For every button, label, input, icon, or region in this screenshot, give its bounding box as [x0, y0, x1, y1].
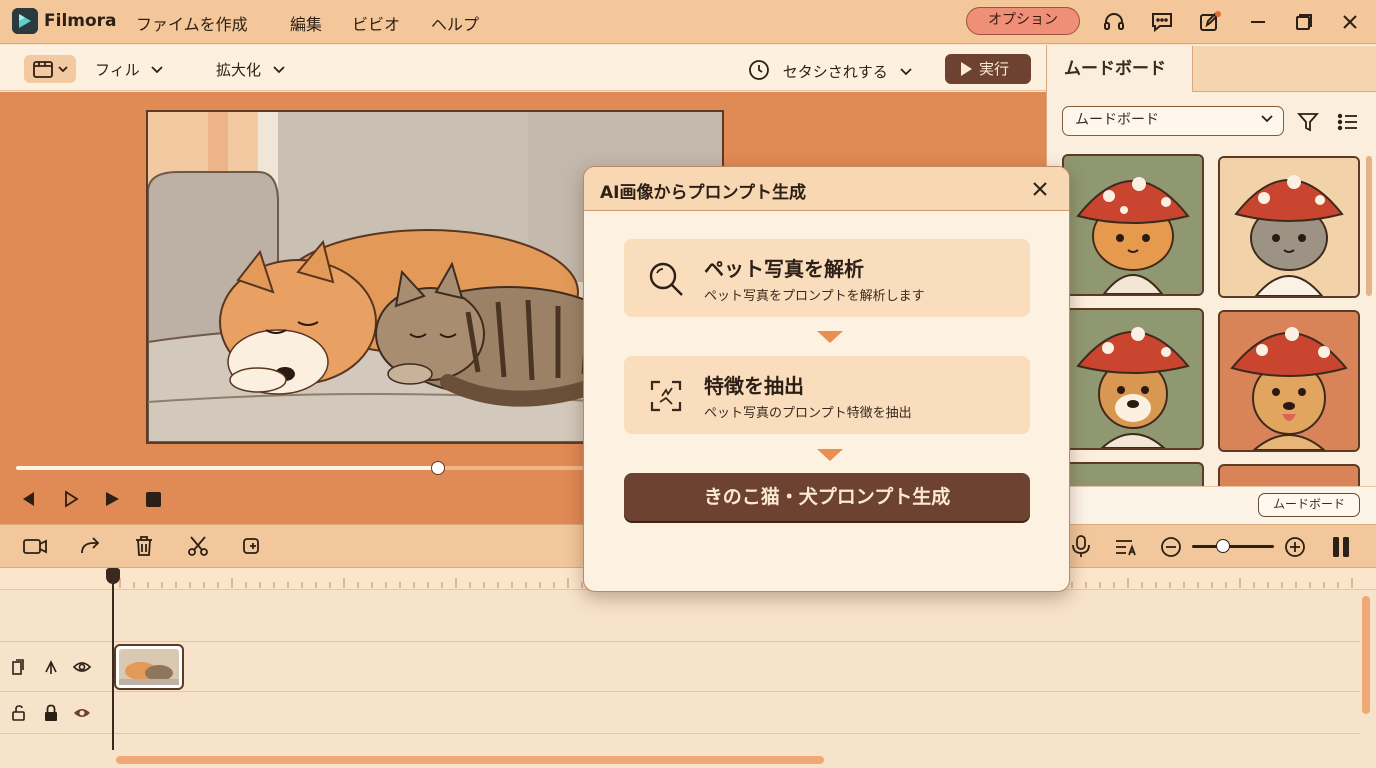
- track-clip-icon[interactable]: [10, 658, 28, 680]
- chevron-down-icon: [272, 61, 286, 79]
- scissors-icon[interactable]: [186, 534, 210, 562]
- schedule-label: セタシされする: [782, 63, 888, 81]
- previous-frame-button[interactable]: [20, 490, 38, 512]
- menu-file[interactable]: ファイムを作成: [136, 11, 248, 35]
- filter-icon[interactable]: [1296, 110, 1320, 138]
- play-outline-icon: [65, 490, 79, 508]
- step-extract-features[interactable]: 特徴を抽出 ペット写真のプロンプト特徴を抽出: [624, 356, 1030, 434]
- menu-edit[interactable]: 編集: [290, 11, 322, 35]
- timeline-playhead-handle[interactable]: [106, 568, 120, 584]
- tab-moodboard[interactable]: ムードボード: [1048, 46, 1192, 92]
- chat-icon[interactable]: [1150, 10, 1174, 34]
- step-title: 特徴を抽出: [704, 374, 804, 398]
- redo-icon[interactable]: [78, 534, 102, 562]
- filter-dropdown[interactable]: フィル: [95, 59, 164, 80]
- previous-icon: [23, 492, 34, 506]
- moodboard-select-value: ムードボード: [1075, 112, 1159, 128]
- track-lock-icon[interactable]: [42, 704, 60, 726]
- app-name: Filmora: [44, 11, 117, 31]
- arrow-down-icon: [817, 331, 843, 343]
- moodboard-scrollbar[interactable]: [1366, 156, 1372, 296]
- chevron-down-icon: [899, 63, 913, 81]
- timeline-zoom-slider[interactable]: [1192, 545, 1274, 548]
- play-outline-button[interactable]: [62, 490, 80, 512]
- trash-icon[interactable]: [133, 534, 155, 562]
- microphone-icon[interactable]: [1070, 534, 1092, 562]
- timeline-track-empty[interactable]: [0, 590, 1360, 642]
- ai-prompt-dialog: AI画像からプロンプト生成 ペット写真を解析 ペット写真をプロンプトを解析します…: [583, 166, 1070, 592]
- run-button[interactable]: 実行: [945, 54, 1031, 84]
- timeline-track-video[interactable]: [0, 642, 1360, 692]
- track-eye-icon[interactable]: [72, 704, 92, 726]
- play-icon: [961, 62, 972, 76]
- moodboard-card-mushroom-dog-1[interactable]: [1062, 308, 1204, 450]
- track-unlock-icon[interactable]: [10, 704, 28, 726]
- run-label: 実行: [979, 60, 1010, 78]
- moodboard-chip[interactable]: ムードボード: [1258, 493, 1360, 517]
- close-icon: [1033, 182, 1047, 196]
- list-view-icon[interactable]: [1336, 110, 1360, 138]
- subtitle-icon[interactable]: [1114, 536, 1138, 562]
- generate-prompt-button[interactable]: きのこ猫・犬プロンプト生成: [624, 473, 1030, 521]
- options-button[interactable]: オプション: [966, 7, 1080, 35]
- timeline-track-audio[interactable]: [0, 692, 1360, 734]
- track-link-icon[interactable]: [42, 658, 60, 680]
- chevron-down-icon: [1261, 107, 1273, 134]
- split-view-icon[interactable]: [1330, 535, 1352, 563]
- dialog-title: AI画像からプロンプト生成: [600, 183, 806, 203]
- moodboard-card-mushroom-dog-2[interactable]: [1218, 310, 1360, 452]
- stop-button[interactable]: [146, 492, 161, 511]
- dialog-close-button[interactable]: [1030, 179, 1050, 203]
- timeline-playhead[interactable]: [112, 572, 114, 750]
- step-title: ペット写真を解析: [704, 257, 864, 281]
- filmora-logo-icon: [12, 8, 38, 34]
- minimize-icon[interactable]: [1246, 10, 1270, 34]
- extract-icon: [646, 376, 686, 420]
- chevron-down-icon: [150, 61, 164, 79]
- schedule-dropdown[interactable]: セタシされする: [748, 59, 913, 85]
- track-visibility-icon[interactable]: [72, 658, 92, 680]
- moodboard-card-mushroom-cat-2[interactable]: [1218, 156, 1360, 298]
- stop-icon: [146, 492, 161, 507]
- zoom-dropdown[interactable]: 拡大化: [216, 59, 286, 80]
- menu-video[interactable]: ビビオ: [352, 11, 400, 35]
- play-icon: [106, 492, 119, 506]
- clock-icon: [748, 59, 770, 85]
- moodboard-card-partial-2[interactable]: [1218, 464, 1360, 486]
- clip-menu-button[interactable]: [24, 55, 76, 83]
- menu-help[interactable]: ヘルプ: [431, 11, 479, 35]
- crop-icon[interactable]: [240, 534, 264, 562]
- timeline-horizontal-scrollbar[interactable]: [116, 756, 824, 764]
- zoom-in-icon[interactable]: [1284, 536, 1306, 562]
- play-button[interactable]: [103, 490, 121, 512]
- playback-progress-remaining: [437, 466, 586, 470]
- close-window-icon[interactable]: [1338, 10, 1362, 34]
- step-description: ペット写真をプロンプトを解析します: [704, 289, 925, 304]
- filter-label: フィル: [95, 61, 140, 79]
- arrow-down-icon: [817, 449, 843, 461]
- moodboard-card-mushroom-cat-1[interactable]: [1062, 154, 1204, 296]
- moodboard-card-partial-1[interactable]: [1062, 462, 1204, 486]
- playback-scrubber-handle[interactable]: [430, 461, 445, 475]
- timeline-vertical-scrollbar[interactable]: [1362, 596, 1370, 714]
- camera-icon[interactable]: [22, 534, 48, 562]
- zoom-out-icon[interactable]: [1160, 536, 1182, 562]
- edit-notification-icon[interactable]: [1198, 10, 1222, 34]
- headset-icon[interactable]: [1102, 10, 1126, 34]
- search-icon: [646, 259, 686, 303]
- zoom-label: 拡大化: [216, 61, 262, 79]
- timeline-clip-thumbnail[interactable]: [114, 644, 184, 690]
- step-analyze-photo[interactable]: ペット写真を解析 ペット写真をプロンプトを解析します: [624, 239, 1030, 317]
- maximize-icon[interactable]: [1292, 10, 1316, 34]
- step-description: ペット写真のプロンプト特徴を抽出: [704, 406, 912, 421]
- moodboard-select[interactable]: ムードボード: [1062, 106, 1284, 136]
- moodboard-tab-strip: [1192, 46, 1376, 92]
